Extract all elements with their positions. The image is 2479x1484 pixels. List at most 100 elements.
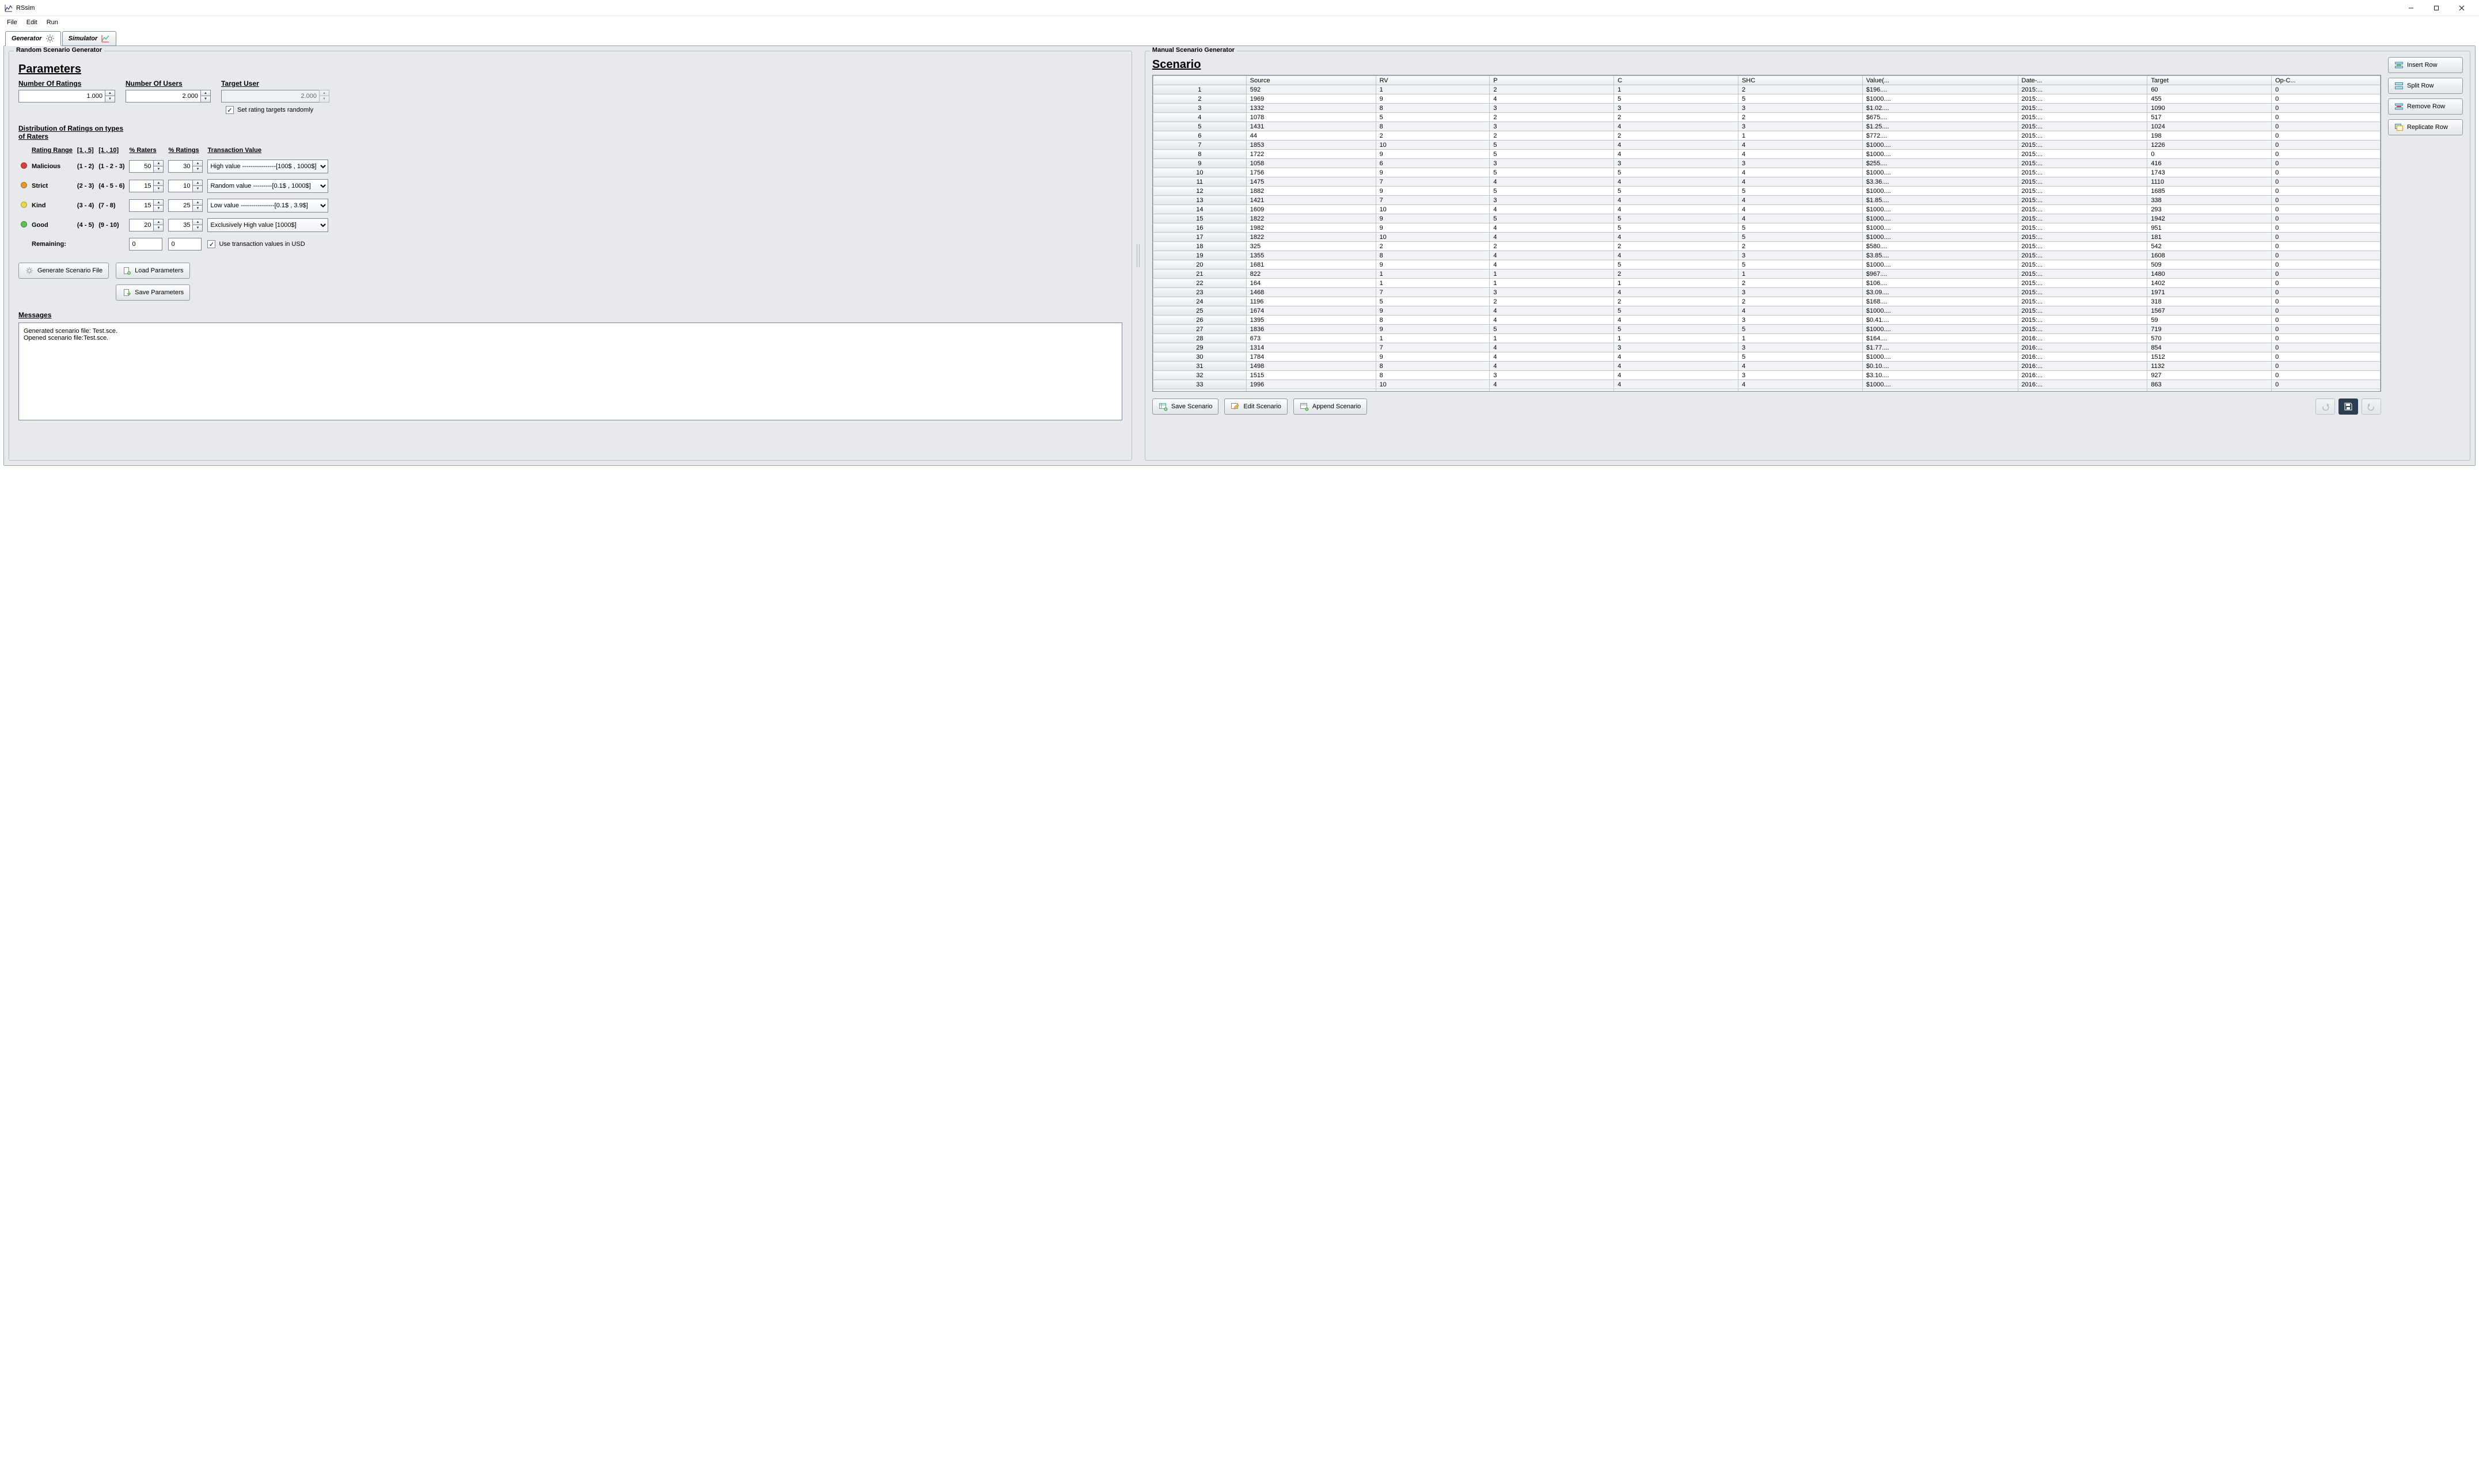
cell[interactable]: $1000.... [1862,223,2018,233]
cell[interactable]: 1756 [1246,168,1376,177]
cell[interactable]: 2015:... [2018,122,2147,131]
cell[interactable]: $1000.... [1862,168,2018,177]
cell[interactable]: 951 [2147,223,2272,233]
cell[interactable]: 4 [1614,362,1738,371]
scenario-table-wrap[interactable]: SourceRVPCSHCValue(...Date-...TargetOp-C… [1152,75,2381,392]
cell[interactable]: 1355 [1246,251,1376,260]
cell[interactable]: 0 [2272,306,2381,316]
cell[interactable]: 0 [2272,177,2381,187]
table-row[interactable]: 6442221$772....2015:...1980 [1153,131,2380,141]
cell[interactable]: 4 [1738,306,1862,316]
cell[interactable]: 7 [1376,177,1490,187]
cell[interactable]: 8 [1376,251,1490,260]
cell[interactable]: 3 [1738,316,1862,325]
pct-raters-spinner[interactable]: ▲▼ [153,199,164,212]
scenario-col-header[interactable]: Source [1246,76,1376,85]
row-number[interactable]: 15 [1153,214,1246,223]
cell[interactable]: 8 [1376,362,1490,371]
cell[interactable]: 198 [2147,131,2272,141]
row-number[interactable]: 34 [1153,389,1246,392]
pct-ratings-input[interactable] [168,219,192,231]
cell[interactable]: 0 [2272,279,2381,288]
cell[interactable]: 7 [1376,343,1490,352]
cell[interactable]: 1 [1738,334,1862,343]
pct-raters-spinner[interactable]: ▲▼ [153,219,164,231]
cell[interactable]: 8 [1376,371,1490,380]
cell[interactable]: 2 [1738,242,1862,251]
cell[interactable]: 5 [1490,141,1614,150]
cell[interactable]: 2015:... [2018,288,2147,297]
cell[interactable]: 0 [2272,352,2381,362]
cell[interactable]: 8 [1376,122,1490,131]
cell[interactable]: 1822 [1246,233,1376,242]
cell[interactable]: 0 [2272,205,2381,214]
table-row[interactable]: 1314217344$1.85....2015:...3380 [1153,196,2380,205]
cell[interactable]: 3 [1490,159,1614,168]
cell[interactable]: 0 [2272,260,2381,270]
redo-button[interactable] [2362,398,2381,415]
cell[interactable]: $1.02.... [1862,104,2018,113]
cell[interactable]: 455 [2147,94,2272,104]
cell[interactable]: 9 [1376,306,1490,316]
num-users-input[interactable] [126,90,200,103]
cell[interactable]: 0 [2272,288,2381,297]
table-row[interactable]: 410785222$675....2015:...5170 [1153,113,2380,122]
cell[interactable]: 44 [1246,131,1376,141]
cell[interactable]: 9 [1376,352,1490,362]
cell[interactable]: 5 [1490,168,1614,177]
cell[interactable]: 3 [1490,122,1614,131]
table-row[interactable]: 15921212$196....2015:...600 [1153,85,2380,94]
cell[interactable]: 2 [1490,242,1614,251]
pct-raters-input[interactable] [129,180,153,192]
scenario-col-header[interactable]: RV [1376,76,1490,85]
cell[interactable]: $1000.... [1862,187,2018,196]
cell[interactable]: $1000.... [1862,352,2018,362]
cell[interactable]: 4 [1738,168,1862,177]
use-tx-usd-checkbox[interactable]: ✓ Use transaction values in USD [207,240,305,248]
cell[interactable]: 5 [1490,150,1614,159]
cell[interactable]: 10 [1376,141,1490,150]
cell[interactable]: 4 [1490,362,1614,371]
cell[interactable]: 509 [2147,260,2272,270]
pct-ratings-spinner[interactable]: ▲▼ [192,180,203,192]
remove-row-button[interactable]: Remove Row [2388,98,2463,115]
table-row[interactable]: 286731111$164....2016:...5700 [1153,334,2380,343]
cell[interactable]: 1853 [1246,141,1376,150]
cell[interactable]: 4 [1738,214,1862,223]
cell[interactable]: 2 [1376,131,1490,141]
cell[interactable]: 2015:... [2018,131,2147,141]
cell[interactable]: 2015:... [2018,270,2147,279]
cell[interactable]: 4 [1738,362,1862,371]
cell[interactable]: 2015:... [2018,177,2147,187]
cell[interactable]: 0 [2272,362,2381,371]
cell[interactable]: 9 [1376,94,1490,104]
cell[interactable]: 5 [1490,187,1614,196]
cell[interactable]: 1468 [1246,288,1376,297]
save-disk-button[interactable] [2338,398,2358,415]
load-parameters-button[interactable]: Load Parameters [116,263,190,279]
cell[interactable]: 1498 [1246,362,1376,371]
cell[interactable]: 2015:... [2018,94,2147,104]
cell[interactable]: 822 [1246,270,1376,279]
cell[interactable]: 9 [1376,168,1490,177]
table-row[interactable]: 1017569554$1000....2015:...17430 [1153,168,2380,177]
cell[interactable]: 0 [2272,113,2381,122]
row-number[interactable]: 5 [1153,122,1246,131]
cell[interactable]: $1.25.... [1862,122,2018,131]
row-number[interactable]: 6 [1153,131,1246,141]
table-row[interactable]: 3215158343$3.10....2016:...9270 [1153,371,2380,380]
row-number[interactable]: 9 [1153,159,1246,168]
cell[interactable]: 2015:... [2018,104,2147,113]
cell[interactable]: 293 [2147,205,2272,214]
cell[interactable]: 570 [2147,334,2272,343]
row-number[interactable]: 24 [1153,297,1246,306]
cell[interactable]: 4 [1738,150,1862,159]
cell[interactable]: 416 [2147,159,2272,168]
scenario-col-header[interactable]: Target [2147,76,2272,85]
row-number[interactable]: 27 [1153,325,1246,334]
cell[interactable]: 3 [1614,159,1738,168]
cell[interactable]: 2015:... [2018,251,2147,260]
messages-textarea[interactable]: Generated scenario file: Test.sce. Opene… [18,322,1122,420]
cell[interactable]: 894 [2147,389,2272,392]
scenario-col-header[interactable]: Op-C... [2272,76,2381,85]
